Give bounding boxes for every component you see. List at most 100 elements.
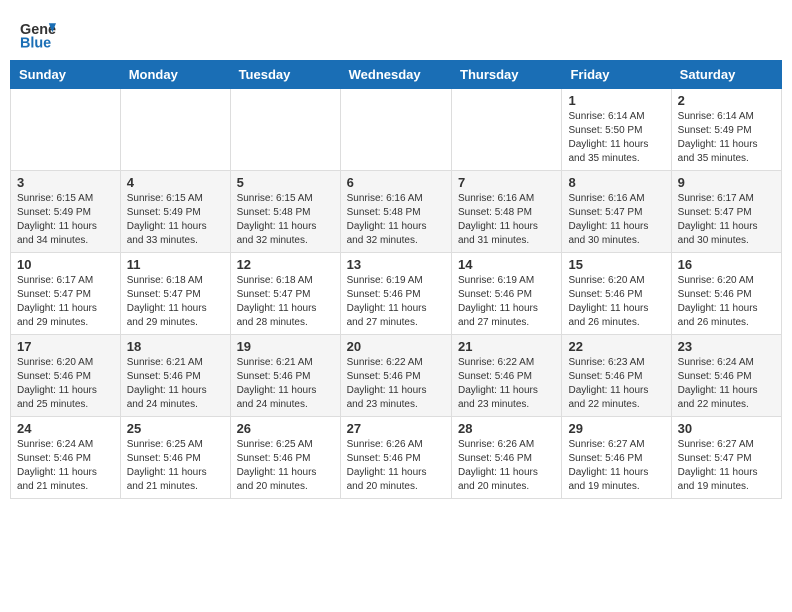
day-number: 7: [458, 175, 555, 190]
day-number: 8: [568, 175, 664, 190]
calendar-day-cell: 24 Sunrise: 6:24 AMSunset: 5:46 PMDayligh…: [11, 417, 121, 499]
day-number: 26: [237, 421, 334, 436]
day-number: 16: [678, 257, 775, 272]
day-number: 24: [17, 421, 114, 436]
day-number: 5: [237, 175, 334, 190]
calendar-day-cell: 12Sunrise: 6:18 AMSunset: 5:47 PMDayligh…: [230, 253, 340, 335]
weekday-header: Tuesday: [230, 61, 340, 89]
logo-icon: General Blue: [20, 16, 56, 52]
calendar-day-cell: 23 Sunrise: 6:24 AMSunset: 5:46 PMDayligh…: [671, 335, 781, 417]
calendar-empty-cell: [452, 89, 562, 171]
day-number: 22: [568, 339, 664, 354]
day-info: Sunrise: 6:26 AMSunset: 5:46 PMDaylight:…: [458, 438, 555, 494]
day-number: 6: [347, 175, 445, 190]
calendar-empty-cell: [230, 89, 340, 171]
day-number: 27: [347, 421, 445, 436]
calendar-day-cell: 30 Sunrise: 6:27 AMSunset: 5:47 PMDayligh…: [671, 417, 781, 499]
calendar-day-cell: 19 Sunrise: 6:21 AMSunset: 5:46 PMDayligh…: [230, 335, 340, 417]
page-header: General Blue: [0, 0, 792, 60]
calendar-day-cell: 6 Sunrise: 6:16 AMSunset: 5:48 PMDaylight…: [340, 171, 451, 253]
day-number: 28: [458, 421, 555, 436]
calendar-empty-cell: [120, 89, 230, 171]
calendar-week-row: 17Sunrise: 6:20 AMSunset: 5:46 PMDayligh…: [11, 335, 782, 417]
day-info: Sunrise: 6:16 AMSunset: 5:48 PMDaylight:…: [458, 192, 555, 248]
day-info: Sunrise: 6:25 AMSunset: 5:46 PMDaylight:…: [127, 438, 224, 494]
calendar-day-cell: 11 Sunrise: 6:18 AMSunset: 5:47 PMDayligh…: [120, 253, 230, 335]
calendar-week-row: 3 Sunrise: 6:15 AMSunset: 5:49 PMDaylight…: [11, 171, 782, 253]
day-info: Sunrise: 6:22 AMSunset: 5:46 PMDaylight:…: [347, 356, 445, 412]
day-number: 11: [127, 257, 224, 272]
day-number: 3: [17, 175, 114, 190]
calendar-day-cell: 25 Sunrise: 6:25 AMSunset: 5:46 PMDayligh…: [120, 417, 230, 499]
day-number: 9: [678, 175, 775, 190]
calendar-day-cell: 8 Sunrise: 6:16 AMSunset: 5:47 PMDaylight…: [562, 171, 671, 253]
weekday-header: Sunday: [11, 61, 121, 89]
day-info: Sunrise: 6:27 AMSunset: 5:47 PMDaylight:…: [678, 438, 775, 494]
day-number: 10: [17, 257, 114, 272]
day-number: 25: [127, 421, 224, 436]
calendar-day-cell: 14 Sunrise: 6:19 AMSunset: 5:46 PMDayligh…: [452, 253, 562, 335]
day-number: 23: [678, 339, 775, 354]
day-info: Sunrise: 6:19 AMSunset: 5:46 PMDaylight:…: [347, 274, 445, 330]
day-info: Sunrise: 6:23 AMSunset: 5:46 PMDaylight:…: [568, 356, 664, 412]
calendar-day-cell: 29Sunrise: 6:27 AMSunset: 5:46 PMDayligh…: [562, 417, 671, 499]
calendar-day-cell: 2 Sunrise: 6:14 AMSunset: 5:49 PMDaylight…: [671, 89, 781, 171]
calendar-day-cell: 27 Sunrise: 6:26 AMSunset: 5:46 PMDayligh…: [340, 417, 451, 499]
day-number: 21: [458, 339, 555, 354]
svg-text:Blue: Blue: [20, 36, 51, 52]
day-info: Sunrise: 6:20 AMSunset: 5:46 PMDaylight:…: [17, 356, 114, 412]
day-number: 20: [347, 339, 445, 354]
weekday-header: Wednesday: [340, 61, 451, 89]
calendar-table: SundayMondayTuesdayWednesdayThursdayFrid…: [10, 60, 782, 499]
calendar-day-cell: 21 Sunrise: 6:22 AMSunset: 5:46 PMDayligh…: [452, 335, 562, 417]
weekday-header: Monday: [120, 61, 230, 89]
weekday-header: Friday: [562, 61, 671, 89]
weekday-header: Saturday: [671, 61, 781, 89]
calendar-week-row: 24 Sunrise: 6:24 AMSunset: 5:46 PMDayligh…: [11, 417, 782, 499]
day-info: Sunrise: 6:15 AMSunset: 5:49 PMDaylight:…: [127, 192, 224, 248]
day-number: 4: [127, 175, 224, 190]
day-info: Sunrise: 6:16 AMSunset: 5:47 PMDaylight:…: [568, 192, 664, 248]
calendar-day-cell: 17Sunrise: 6:20 AMSunset: 5:46 PMDayligh…: [11, 335, 121, 417]
day-number: 19: [237, 339, 334, 354]
day-info: Sunrise: 6:15 AMSunset: 5:48 PMDaylight:…: [237, 192, 334, 248]
day-number: 1: [568, 93, 664, 108]
day-info: Sunrise: 6:22 AMSunset: 5:46 PMDaylight:…: [458, 356, 555, 412]
day-info: Sunrise: 6:24 AMSunset: 5:46 PMDaylight:…: [17, 438, 114, 494]
day-info: Sunrise: 6:24 AMSunset: 5:46 PMDaylight:…: [678, 356, 775, 412]
calendar-empty-cell: [340, 89, 451, 171]
day-info: Sunrise: 6:21 AMSunset: 5:46 PMDaylight:…: [237, 356, 334, 412]
calendar-day-cell: 15 Sunrise: 6:20 AMSunset: 5:46 PMDayligh…: [562, 253, 671, 335]
weekday-header: Thursday: [452, 61, 562, 89]
day-info: Sunrise: 6:18 AMSunset: 5:47 PMDaylight:…: [127, 274, 224, 330]
day-info: Sunrise: 6:27 AMSunset: 5:46 PMDaylight:…: [568, 438, 664, 494]
day-number: 12: [237, 257, 334, 272]
calendar-day-cell: 13Sunrise: 6:19 AMSunset: 5:46 PMDayligh…: [340, 253, 451, 335]
calendar-day-cell: 9 Sunrise: 6:17 AMSunset: 5:47 PMDaylight…: [671, 171, 781, 253]
day-info: Sunrise: 6:20 AMSunset: 5:46 PMDaylight:…: [568, 274, 664, 330]
day-info: Sunrise: 6:26 AMSunset: 5:46 PMDaylight:…: [347, 438, 445, 494]
calendar-day-cell: 28 Sunrise: 6:26 AMSunset: 5:46 PMDayligh…: [452, 417, 562, 499]
calendar-container: SundayMondayTuesdayWednesdayThursdayFrid…: [0, 60, 792, 509]
calendar-week-row: 10 Sunrise: 6:17 AMSunset: 5:47 PMDayligh…: [11, 253, 782, 335]
calendar-day-cell: 1Sunrise: 6:14 AMSunset: 5:50 PMDaylight…: [562, 89, 671, 171]
calendar-day-cell: 22 Sunrise: 6:23 AMSunset: 5:46 PMDayligh…: [562, 335, 671, 417]
logo: General Blue: [20, 16, 60, 52]
calendar-day-cell: 26Sunrise: 6:25 AMSunset: 5:46 PMDayligh…: [230, 417, 340, 499]
day-info: Sunrise: 6:14 AMSunset: 5:49 PMDaylight:…: [678, 110, 775, 166]
day-info: Sunrise: 6:20 AMSunset: 5:46 PMDaylight:…: [678, 274, 775, 330]
calendar-day-cell: 10 Sunrise: 6:17 AMSunset: 5:47 PMDayligh…: [11, 253, 121, 335]
calendar-header-row: SundayMondayTuesdayWednesdayThursdayFrid…: [11, 61, 782, 89]
day-info: Sunrise: 6:17 AMSunset: 5:47 PMDaylight:…: [17, 274, 114, 330]
day-number: 14: [458, 257, 555, 272]
day-number: 15: [568, 257, 664, 272]
calendar-empty-cell: [11, 89, 121, 171]
day-info: Sunrise: 6:16 AMSunset: 5:48 PMDaylight:…: [347, 192, 445, 248]
calendar-day-cell: 3 Sunrise: 6:15 AMSunset: 5:49 PMDaylight…: [11, 171, 121, 253]
day-info: Sunrise: 6:17 AMSunset: 5:47 PMDaylight:…: [678, 192, 775, 248]
calendar-week-row: 1Sunrise: 6:14 AMSunset: 5:50 PMDaylight…: [11, 89, 782, 171]
day-number: 2: [678, 93, 775, 108]
day-info: Sunrise: 6:15 AMSunset: 5:49 PMDaylight:…: [17, 192, 114, 248]
day-number: 30: [678, 421, 775, 436]
day-info: Sunrise: 6:19 AMSunset: 5:46 PMDaylight:…: [458, 274, 555, 330]
